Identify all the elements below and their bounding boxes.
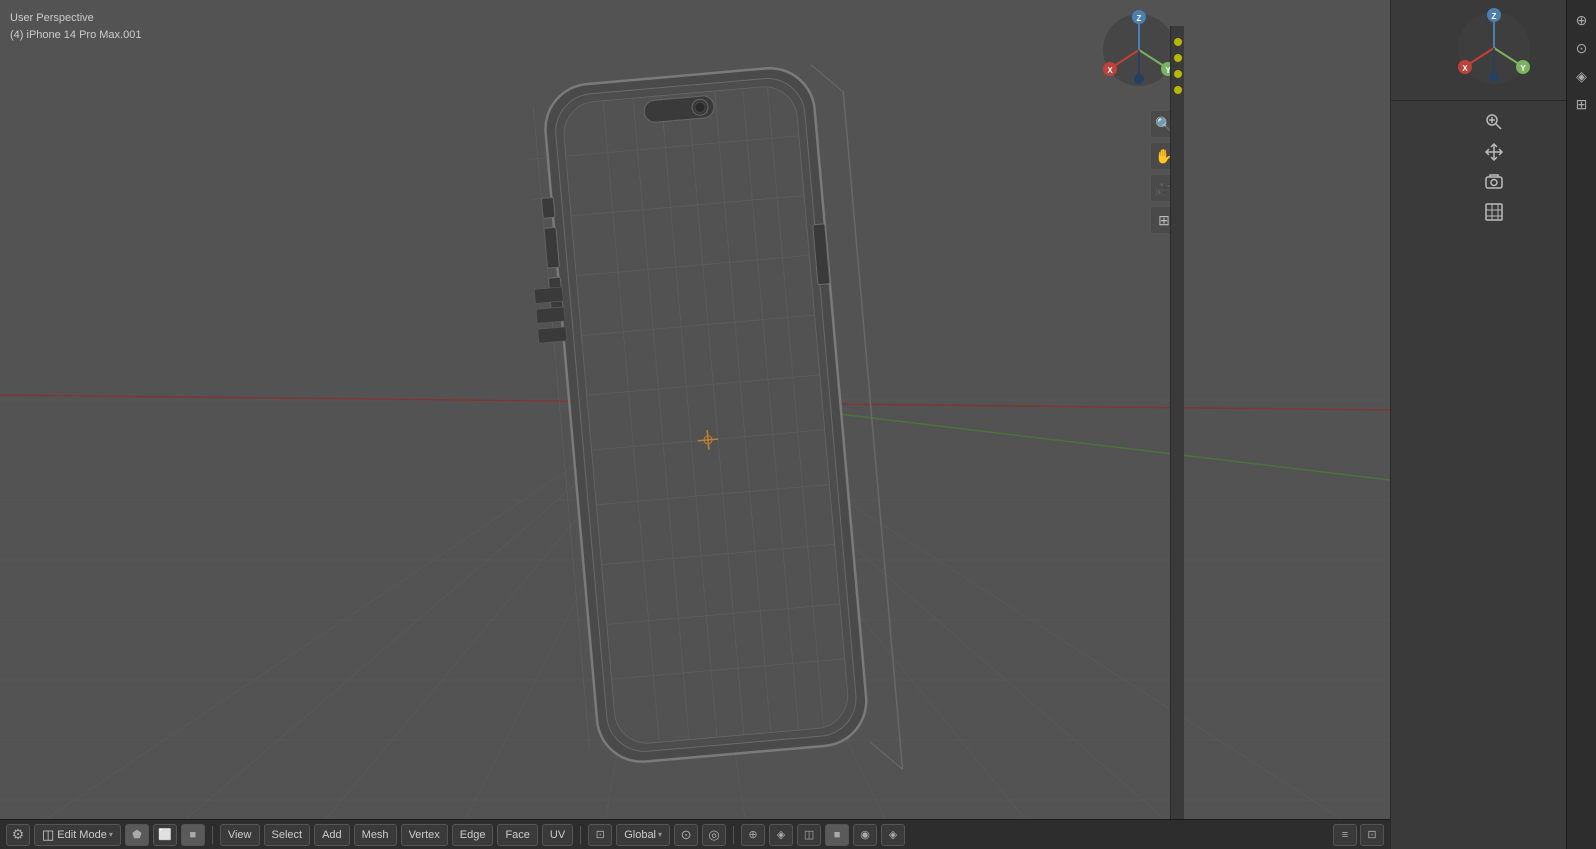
scroll-dot-4: [1174, 86, 1182, 94]
solid-shade-btn[interactable]: ■: [825, 824, 849, 846]
edge-btn-label: Edge: [460, 829, 486, 841]
mode-label: Edit Mode: [57, 829, 107, 841]
svg-text:Y: Y: [1520, 64, 1526, 73]
render-shade-btn[interactable]: ◈: [881, 824, 905, 846]
fullscreen-btn[interactable]: ⊡: [1360, 824, 1384, 846]
matcap-shade-btn[interactable]: ◉: [853, 824, 877, 846]
transform-label: Global: [624, 829, 656, 841]
view-btn-label: View: [228, 829, 252, 841]
mode-icon-btn[interactable]: ⚙: [6, 824, 30, 846]
uv-menu-btn[interactable]: UV: [542, 824, 573, 846]
snap-btn[interactable]: ⊙: [674, 824, 698, 846]
vertex-menu-btn[interactable]: Vertex: [401, 824, 448, 846]
select-menu-btn[interactable]: Select: [264, 824, 311, 846]
right-tools-2[interactable]: ⊙: [1570, 36, 1594, 60]
face-select-icon[interactable]: ■: [181, 824, 205, 846]
select-btn-label: Select: [272, 829, 303, 841]
svg-text:Z: Z: [1491, 12, 1496, 21]
rp-zoom-icon[interactable]: [1481, 109, 1507, 135]
svg-text:Z: Z: [1137, 14, 1142, 23]
vertex-select-icon[interactable]: ⬟: [125, 824, 149, 846]
right-panel: Z X Y: [1390, 0, 1596, 849]
add-btn-label: Add: [322, 829, 342, 841]
mesh-btn-label: Mesh: [362, 829, 389, 841]
scroll-dot-2: [1174, 54, 1182, 62]
svg-text:X: X: [1107, 66, 1113, 75]
face-menu-btn[interactable]: Face: [497, 824, 537, 846]
uv-btn-label: UV: [550, 829, 565, 841]
mode-selector-icon: ◫: [42, 827, 54, 843]
proportional-btn[interactable]: ◎: [702, 824, 726, 846]
right-tools-1[interactable]: ⊕: [1570, 8, 1594, 32]
side-scrollbar[interactable]: [1170, 26, 1184, 819]
sep-3: [733, 826, 734, 844]
edit-mode-selector[interactable]: ◫ Edit Mode ▾: [34, 824, 121, 846]
mode-arrow: ▾: [109, 830, 113, 839]
rp-grid-icon[interactable]: [1481, 199, 1507, 225]
mesh-menu-btn[interactable]: Mesh: [354, 824, 397, 846]
wireframe-shade-btn[interactable]: ◫: [797, 824, 821, 846]
overlay-btn[interactable]: ⊕: [741, 824, 765, 846]
edge-select-icon[interactable]: ⬜: [153, 824, 177, 846]
rp-pan-icon[interactable]: [1481, 139, 1507, 165]
transform-icon-btn[interactable]: ⊡: [588, 824, 612, 846]
right-tools-3[interactable]: ◈: [1570, 64, 1594, 88]
scroll-dot-3: [1174, 70, 1182, 78]
view-menu-btn[interactable]: View: [220, 824, 260, 846]
main-viewport[interactable]: User Perspective (4) iPhone 14 Pro Max.0…: [0, 0, 1390, 849]
global-transform-btn[interactable]: Global ▾: [616, 824, 670, 846]
add-menu-btn[interactable]: Add: [314, 824, 350, 846]
vertex-btn-label: Vertex: [409, 829, 440, 841]
svg-text:X: X: [1462, 64, 1468, 73]
sep-2: [580, 826, 581, 844]
rp-camera-icon[interactable]: [1481, 169, 1507, 195]
stats-btn[interactable]: ≡: [1333, 824, 1357, 846]
xray-btn[interactable]: ◈: [769, 824, 793, 846]
bottom-toolbar: ⚙ ◫ Edit Mode ▾ ⬟ ⬜ ■ View Select Add Me…: [0, 819, 1390, 849]
right-tools-4[interactable]: ⊞: [1570, 92, 1594, 116]
edge-menu-btn[interactable]: Edge: [452, 824, 494, 846]
sep-1: [212, 826, 213, 844]
scroll-dot-1: [1174, 38, 1182, 46]
face-btn-label: Face: [505, 829, 529, 841]
